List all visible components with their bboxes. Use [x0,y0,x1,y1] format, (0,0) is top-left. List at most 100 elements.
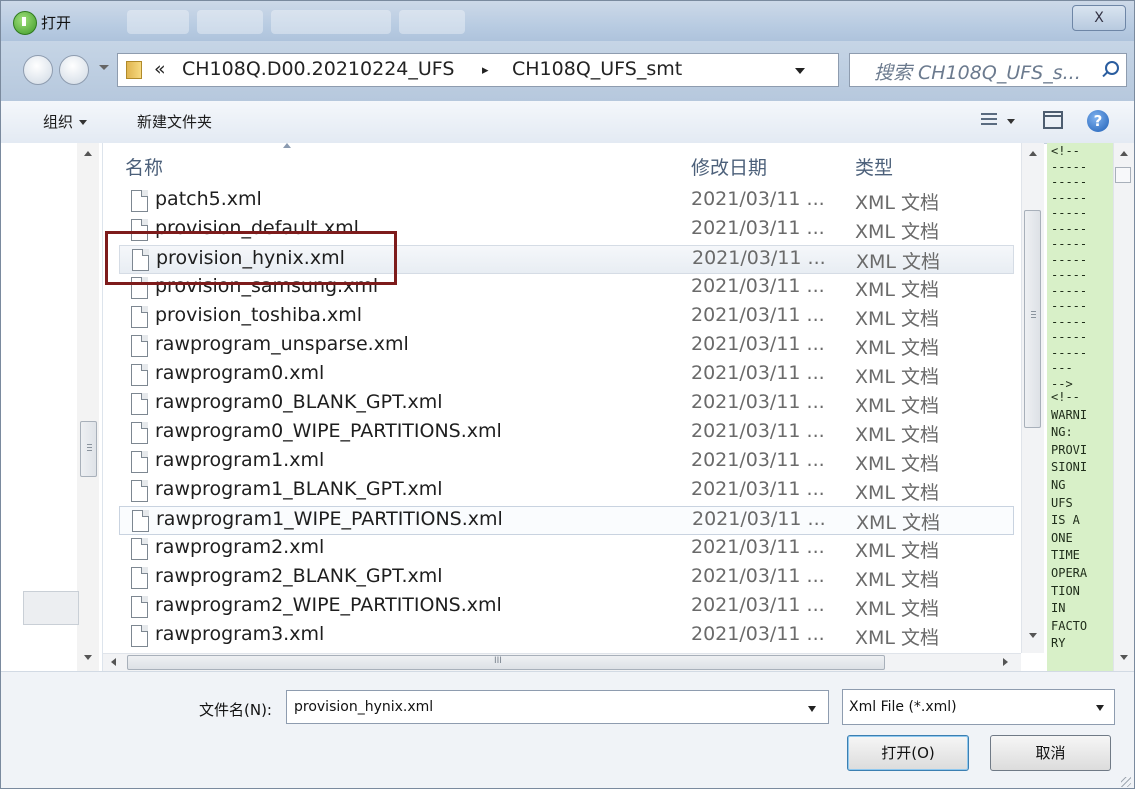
xml-file-icon [131,538,148,560]
file-type: XML 文档 [856,251,941,273]
forward-button[interactable] [59,55,89,85]
filename-field[interactable]: provision_hynix.xml [286,690,829,724]
file-modified-date: 2021/03/11 ... [691,478,825,500]
file-name[interactable]: rawprogram2_WIPE_PARTITIONS.xml [155,594,502,616]
organize-label: 组织 [43,113,74,131]
file-type: XML 文档 [855,598,940,620]
new-folder-button[interactable]: 新建文件夹 [137,111,212,132]
help-icon[interactable]: ? [1087,110,1109,132]
file-name[interactable]: rawprogram0_WIPE_PARTITIONS.xml [155,420,502,442]
file-row[interactable]: rawprogram2_WIPE_PARTITIONS.xml 2021/03/1… [119,593,1014,622]
preview-text-line: FACTO [1051,619,1088,633]
breadcrumb-item[interactable]: CH108Q.D00.20210224_UFS [182,58,454,80]
file-name[interactable]: rawprogram2_BLANK_GPT.xml [155,565,443,587]
close-button[interactable]: X [1072,5,1126,31]
column-header-name[interactable]: 名称 [125,153,163,180]
dialog-open-icon [13,11,37,35]
file-list-horizontal-scrollbar[interactable]: III [103,653,1021,672]
search-input[interactable]: 搜索 CH108Q_UFS_s... [849,53,1127,87]
preview-text-line: PROVI [1051,443,1088,457]
view-options-icon[interactable] [981,113,997,127]
file-modified-date: 2021/03/11 ... [692,508,826,530]
file-row[interactable]: rawprogram1_WIPE_PARTITIONS.xml 2021/03/1… [119,506,1014,535]
resize-grip-icon[interactable] [1121,777,1131,787]
file-name[interactable]: patch5.xml [155,188,262,210]
file-name[interactable]: rawprogram2.xml [155,536,324,558]
filename-value[interactable]: provision_hynix.xml [294,699,433,715]
scroll-up-icon[interactable] [1120,151,1128,156]
scroll-up-icon[interactable] [1029,151,1037,156]
chevron-down-icon[interactable] [1096,705,1104,711]
file-row[interactable]: rawprogram0.xml 2021/03/11 ... XML 文档 [119,361,1014,390]
column-header-type[interactable]: 类型 [855,153,893,180]
file-row[interactable]: rawprogram1.xml 2021/03/11 ... XML 文档 [119,448,1014,477]
file-name[interactable]: rawprogram1_BLANK_GPT.xml [155,478,443,500]
scroll-right-icon[interactable] [1003,658,1008,666]
file-modified-date: 2021/03/11 ... [691,217,825,239]
file-name[interactable]: rawprogram0.xml [155,362,324,384]
column-header-date[interactable]: 修改日期 [691,153,767,180]
file-name[interactable]: provision_toshiba.xml [155,304,362,326]
search-icon[interactable] [1105,61,1119,75]
file-row[interactable]: provision_toshiba.xml 2021/03/11 ... XML 文… [119,303,1014,332]
scroll-down-icon[interactable] [1029,633,1037,638]
file-modified-date: 2021/03/11 ... [691,623,825,645]
grip-icon [87,444,92,452]
scroll-down-icon[interactable] [84,655,92,660]
navigation-scrollbar[interactable] [77,143,99,671]
preview-text-line: ----- [1051,160,1088,174]
search-placeholder: 搜索 CH108Q_UFS_s... [874,62,1081,84]
breadcrumb-separator-icon[interactable]: ▸ [482,63,489,78]
file-name[interactable]: rawprogram_unsparse.xml [155,333,409,355]
open-button[interactable]: 打开(O) [847,735,969,771]
preview-text-line: ----- [1051,175,1088,189]
filetype-select[interactable]: Xml File (*.xml) [842,689,1115,725]
preview-text-line: <!-- [1051,144,1080,158]
file-row[interactable]: rawprogram2_BLANK_GPT.xml 2021/03/11 ... X… [119,564,1014,593]
organize-menu[interactable]: 组织 [43,111,88,132]
dialog-title: 打开 [41,14,72,32]
back-button[interactable] [23,55,53,85]
navigation-item-selected[interactable] [23,591,79,625]
file-row[interactable]: rawprogram0_WIPE_PARTITIONS.xml 2021/03/1… [119,419,1014,448]
file-name[interactable]: rawprogram1_WIPE_PARTITIONS.xml [156,508,503,530]
scroll-up-icon[interactable] [84,151,92,156]
preview-text-line: TION [1051,584,1080,598]
file-modified-date: 2021/03/11 ... [691,275,825,297]
cancel-button[interactable]: 取消 [990,735,1111,771]
file-row[interactable]: patch5.xml 2021/03/11 ... XML 文档 [119,187,1014,216]
breadcrumb-overflow[interactable]: « [154,58,166,80]
file-type: XML 文档 [856,512,941,534]
file-type: XML 文档 [855,482,940,504]
file-type: XML 文档 [855,337,940,359]
scroll-left-icon[interactable] [111,658,116,666]
navigation-pane[interactable] [1,143,103,671]
scrollbar-thumb[interactable]: III [127,655,885,670]
recent-pages-dropdown[interactable] [99,65,109,70]
scroll-down-icon[interactable] [1120,655,1128,660]
xml-file-icon [131,190,148,212]
file-list[interactable]: 名称 修改日期 类型 patch5.xml 2021/03/11 ... XML 文… [103,143,1021,653]
chevron-down-icon[interactable] [1007,119,1015,124]
file-list-vertical-scrollbar[interactable] [1021,143,1044,653]
file-name[interactable]: rawprogram0_BLANK_GPT.xml [155,391,443,413]
address-bar[interactable]: « CH108Q.D00.20210224_UFS ▸ CH108Q_UFS_s… [117,53,945,87]
chevron-down-icon[interactable] [808,706,816,712]
preview-pane-icon[interactable] [1043,111,1063,129]
preview-scrollbar[interactable] [1113,143,1134,671]
file-modified-date: 2021/03/11 ... [691,536,825,558]
file-row[interactable]: rawprogram2.xml 2021/03/11 ... XML 文档 [119,535,1014,564]
scrollbar-thumb[interactable] [1024,210,1041,428]
file-row[interactable]: rawprogram3.xml 2021/03/11 ... XML 文档 [119,622,1014,651]
xml-file-icon [131,625,148,647]
file-row[interactable]: rawprogram1_BLANK_GPT.xml 2021/03/11 ... X… [119,477,1014,506]
preview-text-line: ONE [1051,531,1073,545]
scrollbar-thumb[interactable] [80,421,97,477]
file-name[interactable]: rawprogram1.xml [155,449,324,471]
scrollbar-thumb[interactable] [1115,167,1131,183]
address-dropdown-icon[interactable] [795,68,805,74]
file-row[interactable]: rawprogram_unsparse.xml 2021/03/11 ... XML… [119,332,1014,361]
breadcrumb-item[interactable]: CH108Q_UFS_smt [512,58,682,80]
file-row[interactable]: rawprogram0_BLANK_GPT.xml 2021/03/11 ... X… [119,390,1014,419]
file-name[interactable]: rawprogram3.xml [155,623,324,645]
